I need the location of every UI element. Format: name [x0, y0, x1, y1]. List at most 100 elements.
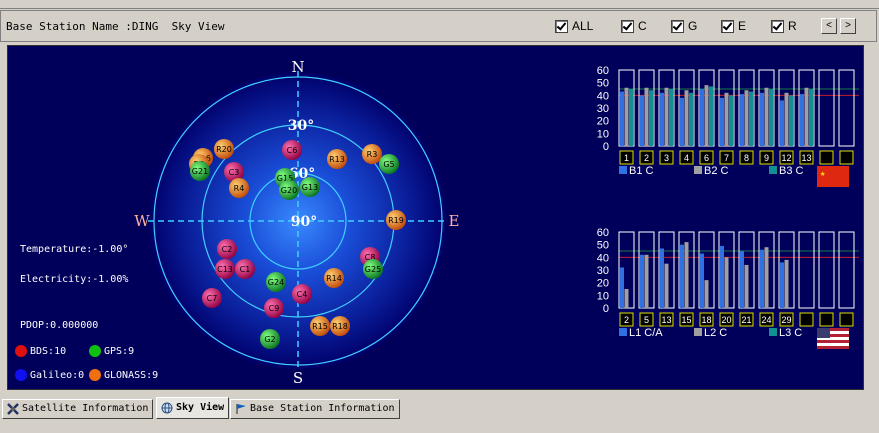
signal-bar	[780, 100, 784, 146]
prn-box	[839, 312, 854, 327]
legend-swatch	[694, 328, 702, 336]
tab-base-station-information[interactable]: Base Station Information	[230, 399, 400, 419]
globe-icon	[161, 402, 173, 414]
checkbox-checked-icon[interactable]	[621, 19, 634, 33]
signal-bar	[809, 89, 813, 146]
tab-satellite-information-label: Satellite Information	[22, 403, 149, 414]
legend-swatch	[619, 328, 627, 336]
satellite-marker: C2	[217, 239, 237, 259]
satellite-id: C9	[269, 304, 280, 313]
satellite-marker: C13	[215, 259, 235, 279]
signal-bar	[640, 254, 644, 308]
filter-e-checkbox[interactable]: E	[721, 19, 746, 33]
signal-bar	[720, 97, 724, 146]
signal-bar	[784, 259, 789, 308]
satellite-id: G24	[268, 278, 284, 287]
prn-label: 21	[741, 315, 751, 325]
signal-chart-bds: 01020304050601 2 3 4 6 7 8 9 12 13B1 C B2 C B3 C ★	[597, 65, 859, 187]
filter-all-label: ALL	[572, 19, 594, 33]
satellite-id: R3	[367, 150, 378, 159]
prn-label: 13	[661, 315, 671, 325]
satellite-id: G21	[192, 167, 208, 176]
signal-bar	[644, 87, 649, 146]
glonass-count: GLONASS:9	[104, 370, 159, 381]
filter-e-label: E	[738, 19, 747, 33]
glonass-dot-icon	[89, 369, 101, 381]
signal-chart-gps: 01020304050602 5 13 15 18 20 21 24 29L1 C/A L2 CL…	[597, 227, 859, 349]
filter-c-label: C	[638, 19, 647, 33]
prn-box	[799, 312, 814, 327]
signal-bar	[744, 90, 749, 146]
signal-bar	[760, 92, 764, 146]
signal-bar	[780, 262, 784, 308]
signal-bar	[700, 89, 704, 146]
y-tick-label: 20	[597, 278, 609, 290]
sky-plot: N S W E 30° 60° 90° R20R16R5G21C3R4C6G15…	[134, 58, 859, 387]
checkbox-checked-icon[interactable]	[555, 19, 568, 33]
satellite-id: G5	[383, 160, 394, 169]
prev-button[interactable]: <	[821, 18, 837, 34]
satellite-id: R19	[388, 216, 404, 225]
satellite-marker: G2	[260, 329, 280, 349]
y-tick-label: 0	[603, 141, 609, 153]
prn-label: 18	[701, 315, 711, 325]
satellite-marker: R13	[327, 149, 347, 169]
satellite-marker: R19	[386, 210, 406, 230]
satellite-id: G25	[365, 265, 381, 274]
signal-bar	[624, 289, 629, 308]
prn-box	[839, 150, 854, 165]
checkbox-checked-icon[interactable]	[771, 19, 784, 33]
tab-sky-view-label: Sky View	[176, 402, 225, 413]
signal-bar	[660, 92, 664, 146]
status-strip	[0, 425, 879, 433]
signal-bar	[664, 87, 669, 146]
tab-base-station-information-label: Base Station Information	[250, 403, 395, 414]
y-tick-label: 0	[603, 303, 609, 315]
channel-frame	[818, 231, 835, 309]
tab-sky-view[interactable]: Sky View	[156, 397, 230, 419]
satellite-id: G13	[302, 183, 318, 192]
galileo-count: Galileo:0	[30, 370, 85, 381]
station-name-label: Base Station Name :DING Sky View	[6, 20, 225, 33]
temperature-readout: Temperature:-1.00°	[20, 244, 129, 255]
prn-label: 6	[704, 153, 709, 163]
filter-r-checkbox[interactable]: R	[771, 19, 797, 33]
y-tick-label: 50	[597, 78, 609, 90]
satellite-id: C6	[287, 146, 298, 155]
checkbox-checked-icon[interactable]	[671, 19, 684, 33]
channel-frame	[838, 231, 855, 309]
satellite-marker: R4	[229, 178, 249, 198]
satellite-id: C3	[229, 168, 240, 177]
window-top-strip	[0, 0, 879, 9]
next-button[interactable]: >	[840, 18, 856, 34]
signal-bar	[740, 94, 744, 146]
signal-bar	[769, 89, 773, 146]
signal-charts: 01020304050601 2 3 4 6 7 8 9 12 13B1 C B2 C B3 C ★01…	[597, 65, 859, 349]
prn-label: 2	[644, 153, 649, 163]
legend-label: L3 C	[779, 327, 802, 339]
tab-satellite-information[interactable]: Satellite Information	[2, 399, 154, 419]
satellite-id: C4	[297, 290, 308, 299]
filter-g-checkbox[interactable]: G	[671, 19, 697, 33]
signal-bar	[804, 87, 809, 146]
prn-label: 20	[721, 315, 731, 325]
signal-bar	[640, 95, 644, 146]
satellite-id: R20	[216, 145, 232, 154]
legend-swatch	[619, 166, 627, 174]
channel-frame	[838, 69, 855, 147]
y-tick-label: 60	[597, 227, 609, 239]
satellite-marker: R15	[310, 316, 330, 336]
usa-flag-icon	[817, 328, 849, 349]
signal-bar	[724, 92, 729, 146]
filter-c-checkbox[interactable]: C	[621, 19, 647, 33]
signal-bar	[740, 251, 744, 308]
sky-view-panel: N S W E 30° 60° 90° R20R16R5G21C3R4C6G15…	[7, 45, 864, 390]
signal-bar	[620, 91, 624, 146]
prn-label: 8	[744, 153, 749, 163]
prn-label: 7	[724, 153, 729, 163]
filter-all-checkbox[interactable]: ALL	[555, 19, 593, 33]
prn-label: 15	[681, 315, 691, 325]
checkbox-checked-icon[interactable]	[721, 19, 734, 33]
filter-g-label: G	[688, 19, 698, 33]
satellite-id: R4	[234, 184, 245, 193]
